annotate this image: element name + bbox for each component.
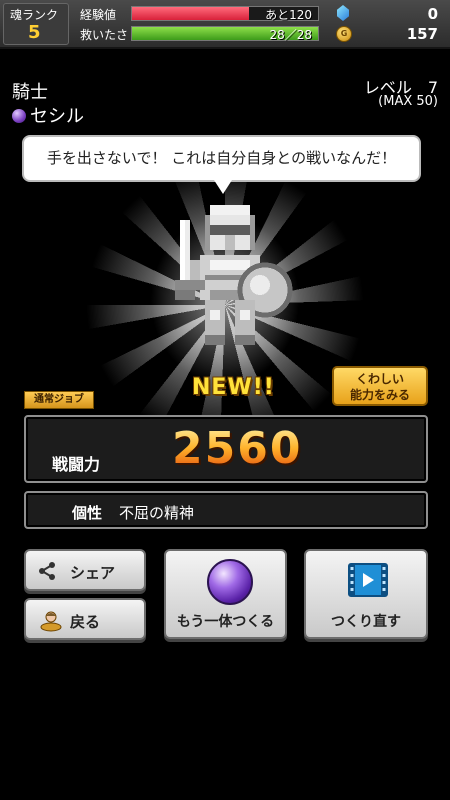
coin-icon: G — [336, 26, 352, 42]
speech-bubble: 手を出さないで！ これは自分自身との戦いなんだ！ — [22, 135, 421, 182]
back-button[interactable]: 戻る — [24, 598, 146, 640]
level-max: (MAX 50) — [378, 94, 438, 109]
film-icon — [348, 563, 388, 597]
character-name-row: セシル — [12, 102, 84, 128]
combat-power-panel: 戦闘力 2560 — [24, 415, 428, 483]
gem-icon — [337, 5, 349, 21]
back-label: 戻る — [70, 613, 101, 631]
view-details-line1: くわしい — [355, 372, 404, 386]
soul-rank-label: 魂ランク — [10, 8, 59, 22]
gem-count: 0 — [427, 5, 438, 23]
purple-orb-icon — [207, 559, 253, 605]
soul-rank-box: 魂ランク 5 — [3, 3, 69, 45]
exp-bar-fill — [132, 7, 250, 20]
coin-count: 157 — [406, 25, 438, 43]
soul-rank-value: 5 — [28, 22, 41, 43]
rescue-label: 救いたさ — [80, 28, 129, 42]
rescue-value: 28／28 — [269, 28, 312, 42]
rescue-bar: 28／28 — [131, 26, 319, 42]
trait-value: 不屈の精神 — [119, 504, 195, 522]
combat-power-value: 2560 — [172, 423, 303, 474]
job-type-tag: 通常ジョブ — [24, 391, 94, 409]
trait-panel: 個性 不屈の精神 — [24, 491, 428, 529]
exp-bar: あと120 — [131, 6, 319, 22]
view-details-button[interactable]: くわしい 能力をみる — [332, 366, 428, 406]
purple-orb-icon — [12, 109, 26, 123]
remake-button[interactable]: つくり直す — [304, 549, 428, 639]
make-another-label: もう一体つくる — [176, 614, 275, 630]
exp-label: 経験値 — [80, 8, 117, 22]
make-another-button[interactable]: もう一体つくる — [164, 549, 287, 639]
view-details-line2: 能力をみる — [349, 388, 410, 402]
character-name: セシル — [30, 106, 84, 127]
status-bar: 魂ランク 5 経験値 あと120 救いたさ 28／28 0 G 157 — [0, 0, 450, 49]
speech-bubble-tail — [214, 180, 232, 194]
job-name: 騎士 — [12, 82, 48, 103]
exp-remaining: あと120 — [265, 8, 312, 22]
trait-label: 個性 — [72, 504, 103, 522]
new-badge: NEW!! — [192, 375, 275, 400]
share-label: シェア — [70, 564, 116, 582]
remake-label: つくり直す — [331, 614, 401, 630]
share-icon — [39, 562, 55, 580]
combat-power-label: 戦闘力 — [52, 455, 101, 474]
share-button[interactable]: シェア — [24, 549, 146, 591]
knight-sprite — [175, 205, 293, 345]
back-icon — [40, 611, 62, 632]
